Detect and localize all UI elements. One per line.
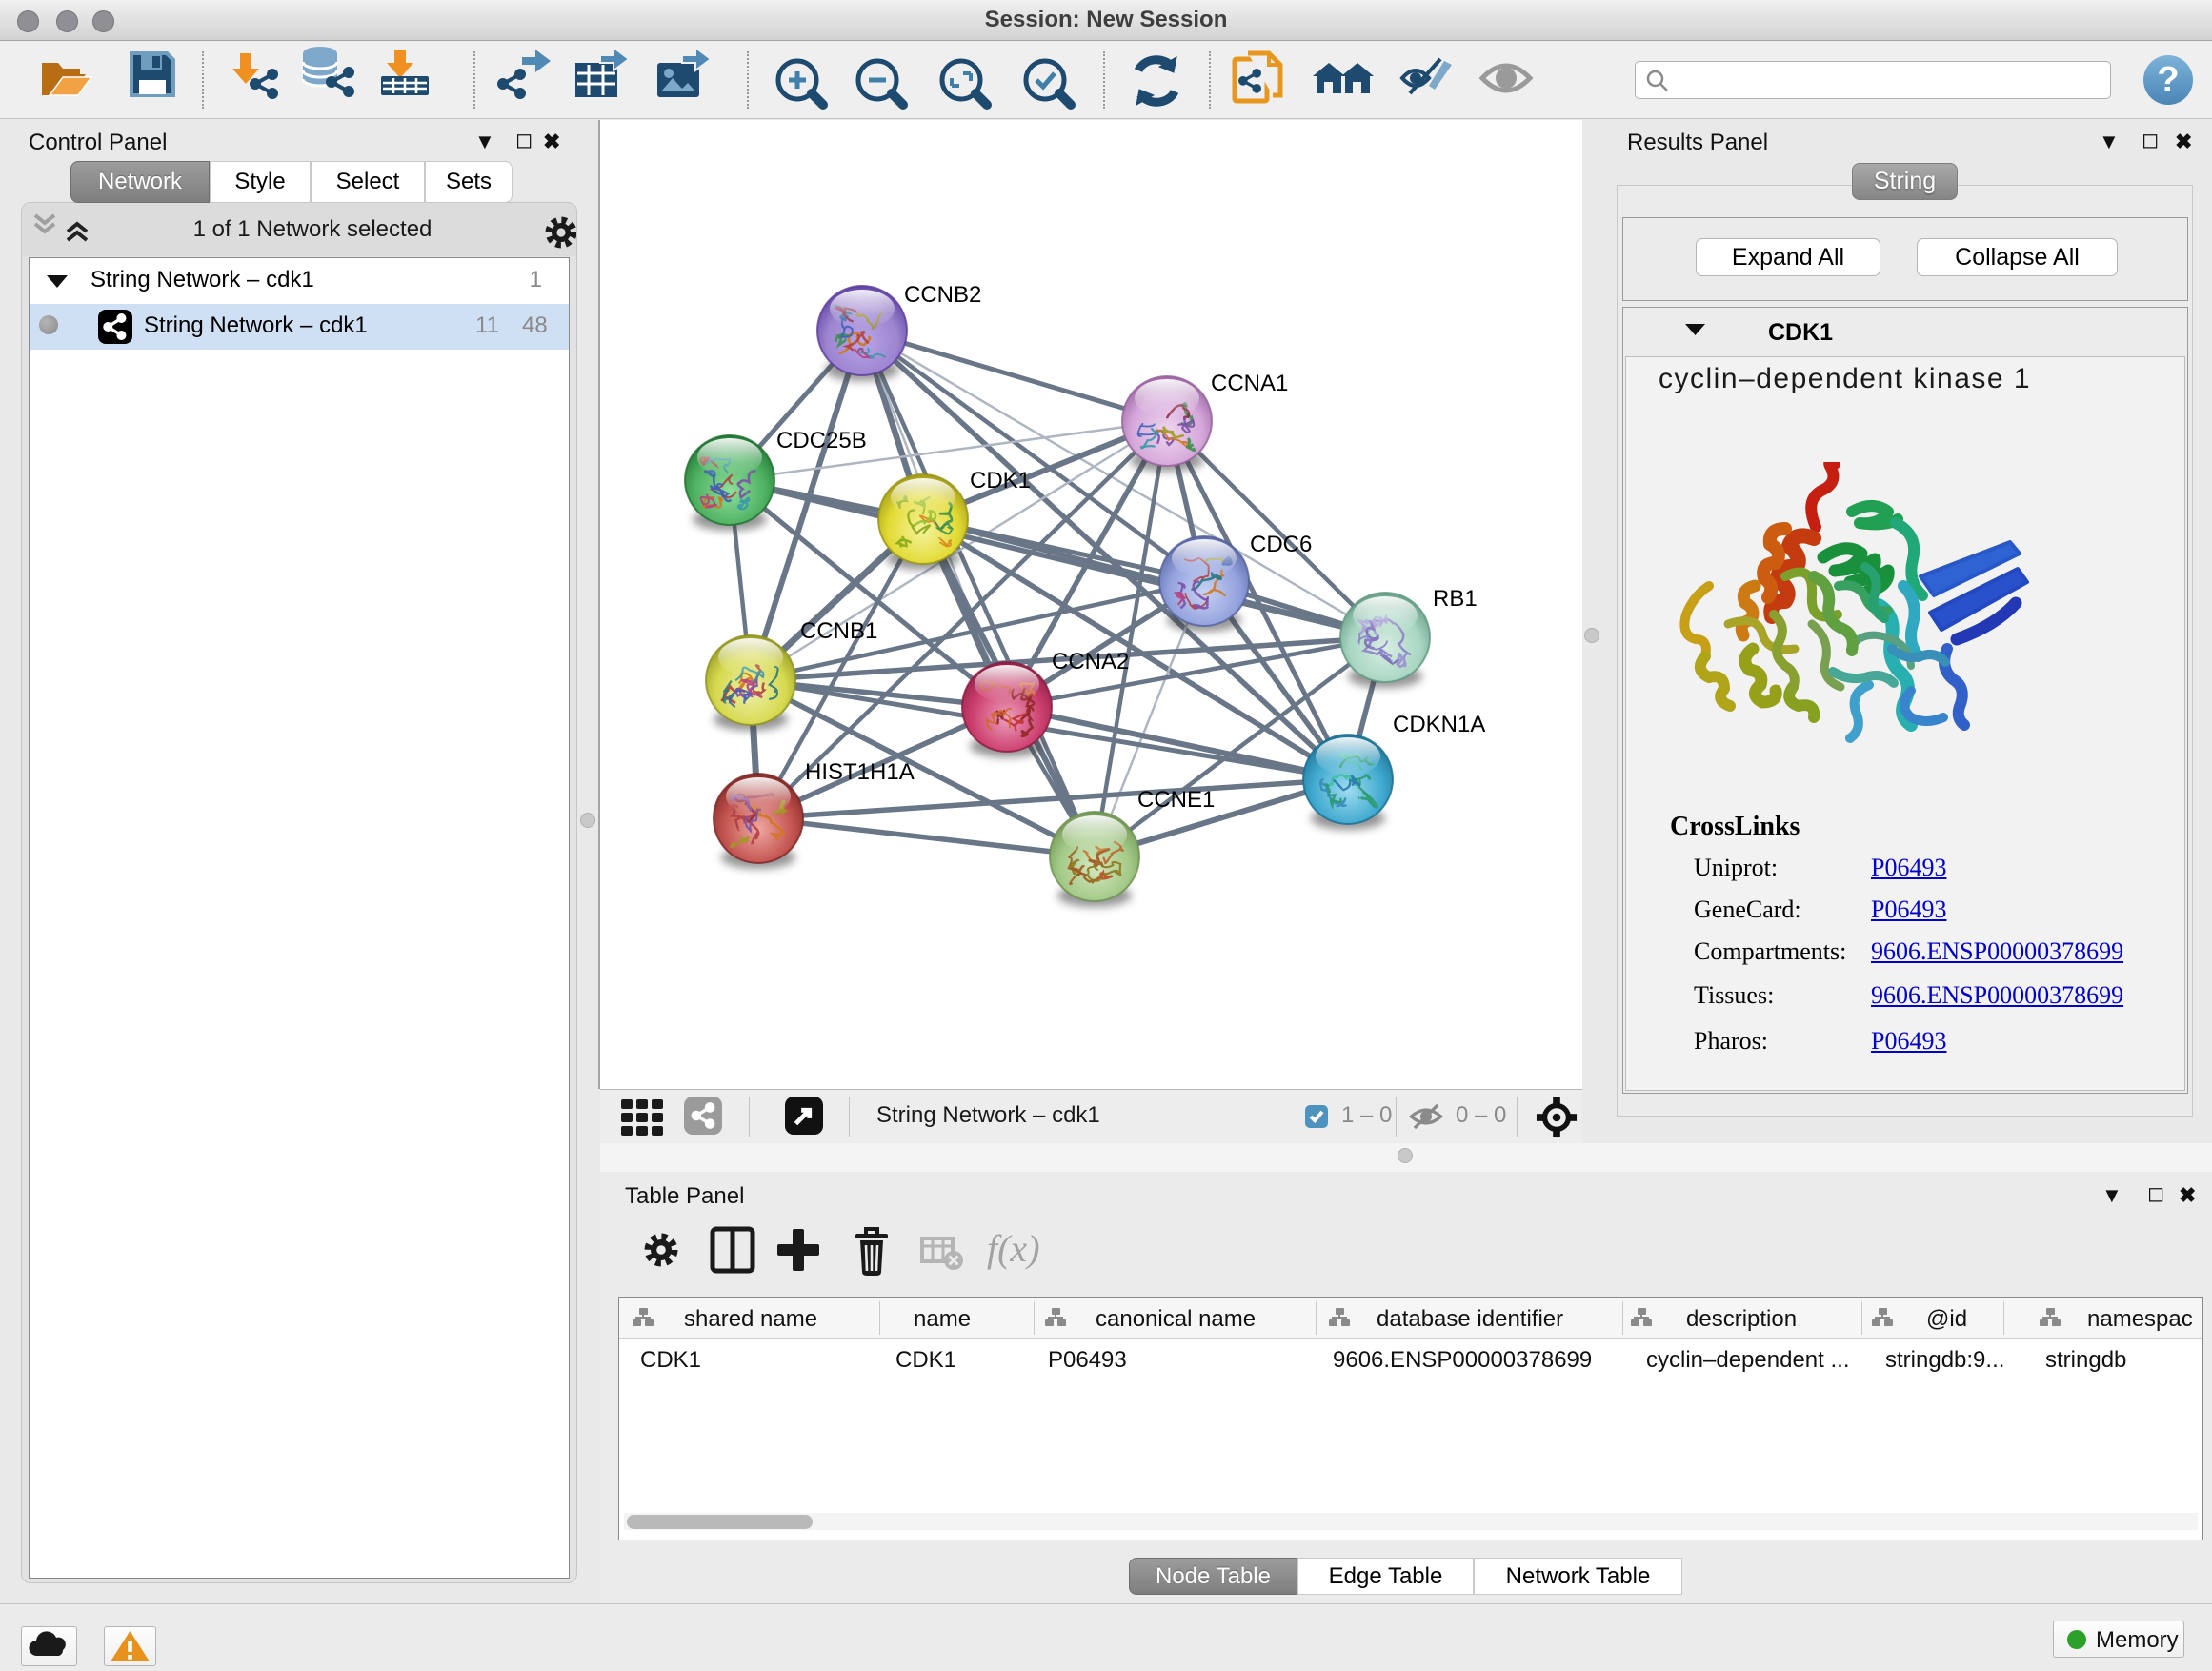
svg-text:CDK1: CDK1: [895, 1347, 956, 1373]
svg-text:CCNB2: CCNB2: [904, 282, 981, 308]
svg-text:CCNA1: CCNA1: [1211, 371, 1288, 396]
svg-text:CCNA2: CCNA2: [1052, 649, 1129, 674]
svg-text:namespac: namespac: [2087, 1306, 2193, 1332]
svg-text:CDC6: CDC6: [1250, 532, 1312, 557]
svg-text:database identifier: database identifier: [1377, 1306, 1563, 1332]
svg-text:HIST1H1A: HIST1H1A: [805, 759, 915, 785]
svg-text:stringdb:9...: stringdb:9...: [1885, 1347, 2004, 1373]
svg-text:@id: @id: [1926, 1306, 1967, 1332]
svg-text:9606.ENSP00000378699: 9606.ENSP00000378699: [1333, 1347, 1592, 1373]
svg-text:P06493: P06493: [1048, 1347, 1127, 1373]
svg-text:CCNB1: CCNB1: [800, 618, 877, 644]
svg-text:CCNE1: CCNE1: [1137, 787, 1215, 813]
svg-text:stringdb: stringdb: [2045, 1347, 2126, 1373]
svg-text:cyclin–dependent ...: cyclin–dependent ...: [1646, 1347, 1849, 1373]
svg-text:RB1: RB1: [1433, 586, 1478, 612]
svg-text:canonical name: canonical name: [1096, 1306, 1256, 1332]
svg-text:CDKN1A: CDKN1A: [1393, 712, 1485, 737]
svg-text:name: name: [914, 1306, 971, 1332]
svg-text:CDK1: CDK1: [970, 468, 1031, 493]
svg-text:CDC25B: CDC25B: [776, 428, 867, 453]
svg-text:CDK1: CDK1: [640, 1347, 701, 1373]
svg-text:shared name: shared name: [684, 1306, 817, 1332]
svg-text:description: description: [1686, 1306, 1797, 1332]
svg-text:f(x): f(x): [987, 1227, 1040, 1270]
